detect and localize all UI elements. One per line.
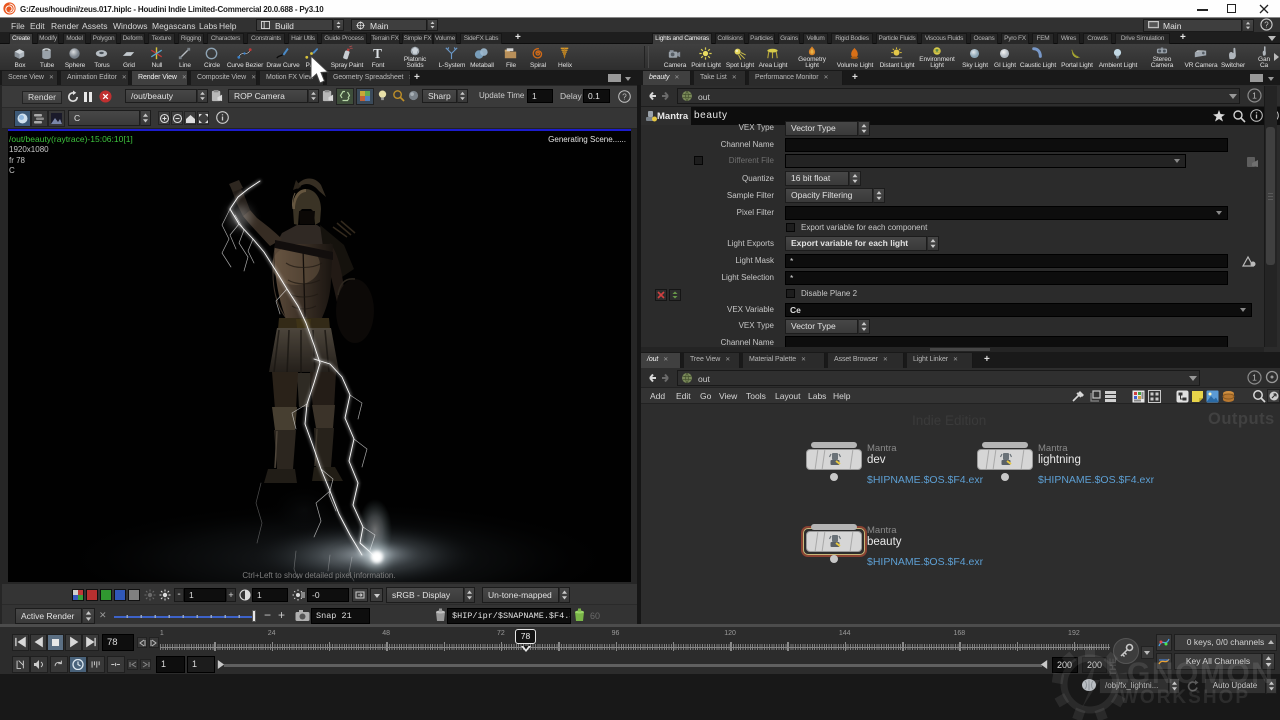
svg-text:1: 1 (1252, 91, 1257, 101)
svg-text:1920x1080: 1920x1080 (9, 145, 49, 154)
svg-text:fr 78: fr 78 (9, 156, 26, 165)
svg-text:1: 1 (1252, 373, 1257, 383)
svg-text:?: ? (1264, 20, 1269, 29)
svg-text:?: ? (622, 93, 627, 102)
svg-text:/out/beauty(raytrace)-15:06:10: /out/beauty(raytrace)-15:06:10[1] (9, 134, 133, 144)
svg-text:C: C (9, 166, 15, 175)
svg-text:Generating Scene......: Generating Scene...... (548, 135, 626, 144)
svg-text:Ctrl+Left to show detailed pix: Ctrl+Left to show detailed pixel informa… (242, 571, 395, 580)
